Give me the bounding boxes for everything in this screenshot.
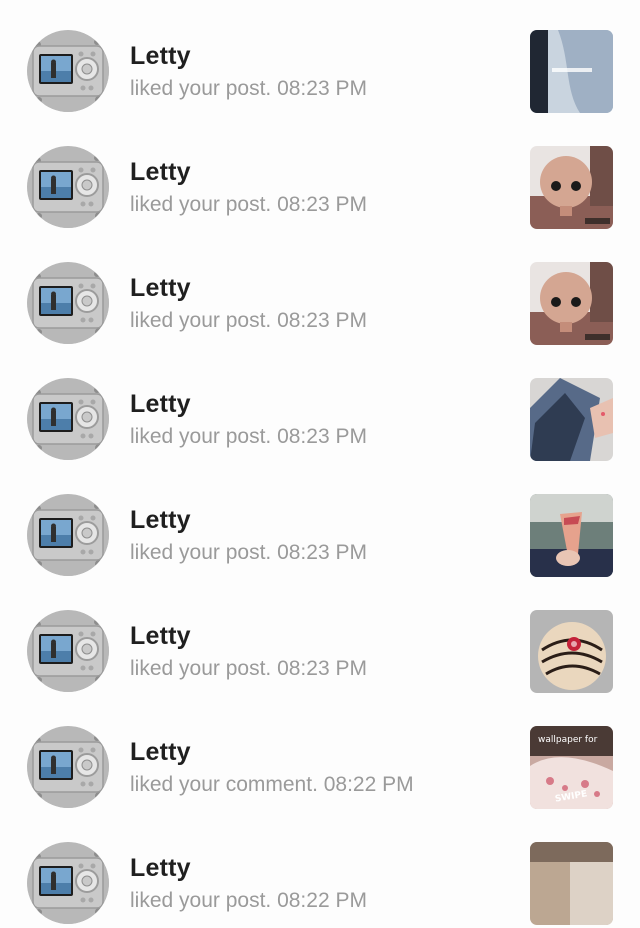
- thumb-caption-bottom: SWIPE: [554, 789, 589, 805]
- notification-row[interactable]: Letty liked your post. 08:23 PM: [0, 580, 640, 696]
- partial-photo[interactable]: [530, 842, 613, 925]
- notification-text: Letty liked your post. 08:23 PM: [130, 156, 367, 220]
- notification-row[interactable]: Letty liked your post. 08:23 PM: [0, 464, 640, 580]
- activity-text: liked your post. 08:23 PM: [130, 425, 367, 448]
- username[interactable]: Letty: [130, 388, 367, 420]
- notification-text: Letty liked your post. 08:23 PM: [130, 388, 367, 452]
- avatar[interactable]: [27, 262, 109, 344]
- notification-row[interactable]: Letty liked your post. 08:23 PM: [0, 232, 640, 348]
- notification-text: Letty liked your post. 08:23 PM: [130, 40, 367, 104]
- wallpaper-photo[interactable]: wallpaper for SWIPE: [530, 726, 613, 809]
- activity-text: liked your post. 08:23 PM: [130, 309, 367, 332]
- username[interactable]: Letty: [130, 156, 367, 188]
- avatar[interactable]: [27, 378, 109, 460]
- avatar[interactable]: [27, 610, 109, 692]
- username[interactable]: Letty: [130, 504, 367, 536]
- notification-text: Letty liked your post. 08:23 PM: [130, 272, 367, 336]
- notification-text: Letty liked your post. 08:23 PM: [130, 504, 367, 568]
- ice-cream-cone-photo[interactable]: [530, 494, 613, 577]
- thumb-caption-top: wallpaper for: [538, 735, 598, 745]
- activity-text: liked your post. 08:23 PM: [130, 193, 367, 216]
- notification-text: Letty liked your post. 08:22 PM: [130, 852, 367, 916]
- avatar[interactable]: [27, 494, 109, 576]
- username[interactable]: Letty: [130, 620, 367, 652]
- blue-shirt-photo[interactable]: [530, 30, 613, 113]
- notification-text: Letty liked your comment. 08:22 PM: [130, 736, 414, 800]
- username[interactable]: Letty: [130, 272, 367, 304]
- activity-text: liked your post. 08:23 PM: [130, 77, 367, 100]
- denim-photo[interactable]: [530, 378, 613, 461]
- username[interactable]: Letty: [130, 852, 367, 884]
- username[interactable]: Letty: [130, 736, 414, 768]
- notification-row[interactable]: Letty liked your comment. 08:22 PM wallpa…: [0, 696, 640, 812]
- doll-photo[interactable]: [530, 262, 613, 345]
- avatar[interactable]: [27, 30, 109, 112]
- activity-text: liked your post. 08:23 PM: [130, 657, 367, 680]
- username[interactable]: Letty: [130, 40, 367, 72]
- thumb-caption: wallpaper for SWIPE: [530, 726, 613, 809]
- doll-photo[interactable]: [530, 146, 613, 229]
- notification-text: Letty liked your post. 08:23 PM: [130, 620, 367, 684]
- avatar[interactable]: [27, 146, 109, 228]
- notification-row[interactable]: Letty liked your post. 08:23 PM: [0, 116, 640, 232]
- activity-list: Letty liked your post. 08:23 PM Letty li…: [0, 0, 640, 928]
- donut-photo[interactable]: [530, 610, 613, 693]
- notification-row[interactable]: Letty liked your post. 08:23 PM: [0, 348, 640, 464]
- activity-text: liked your comment. 08:22 PM: [130, 773, 414, 796]
- avatar[interactable]: [27, 842, 109, 924]
- notification-row[interactable]: Letty liked your post. 08:22 PM: [0, 812, 640, 928]
- notification-row[interactable]: Letty liked your post. 08:23 PM: [0, 0, 640, 116]
- activity-text: liked your post. 08:22 PM: [130, 889, 367, 912]
- activity-text: liked your post. 08:23 PM: [130, 541, 367, 564]
- avatar[interactable]: [27, 726, 109, 808]
